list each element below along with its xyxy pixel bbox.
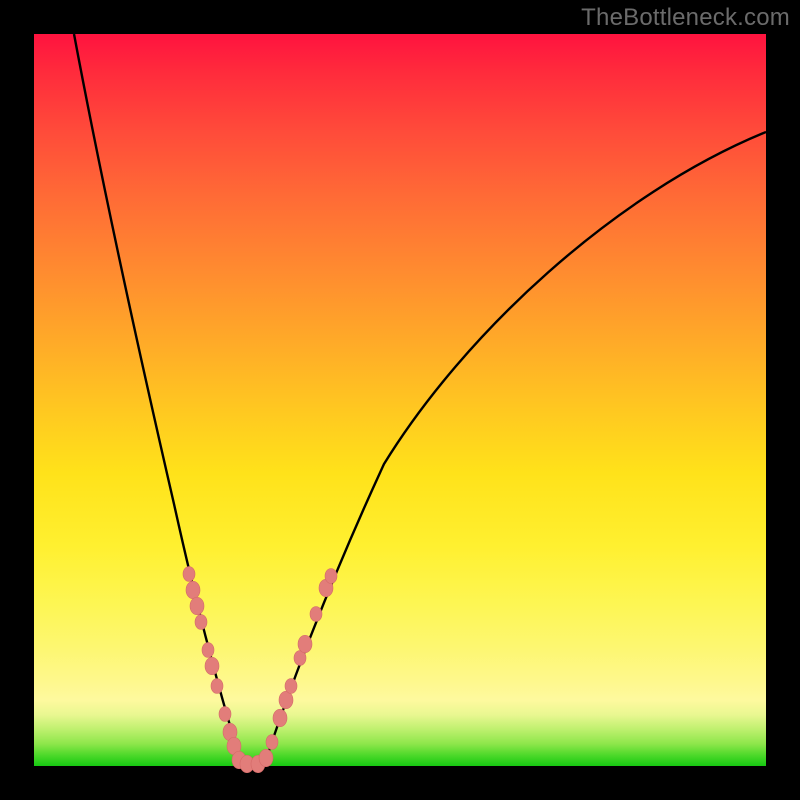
marker-dot [279, 691, 293, 709]
marker-dot [202, 643, 214, 658]
markers-group [183, 567, 337, 773]
marker-dot [205, 657, 219, 675]
marker-dot [195, 615, 207, 630]
marker-dot [186, 581, 200, 599]
marker-dot [310, 607, 322, 622]
marker-dot [219, 707, 231, 722]
chart-svg [34, 34, 766, 766]
marker-dot [183, 567, 195, 582]
marker-dot [325, 569, 337, 584]
attribution-watermark: TheBottleneck.com [581, 4, 790, 32]
marker-dot [259, 749, 273, 767]
outer-frame: TheBottleneck.com [0, 0, 800, 800]
curve-left-branch [74, 34, 242, 766]
curve-right-branch [264, 132, 766, 766]
marker-dot [190, 597, 204, 615]
marker-dot [298, 635, 312, 653]
marker-dot [285, 679, 297, 694]
marker-dot [211, 679, 223, 694]
marker-dot [266, 735, 278, 750]
marker-dot [273, 709, 287, 727]
